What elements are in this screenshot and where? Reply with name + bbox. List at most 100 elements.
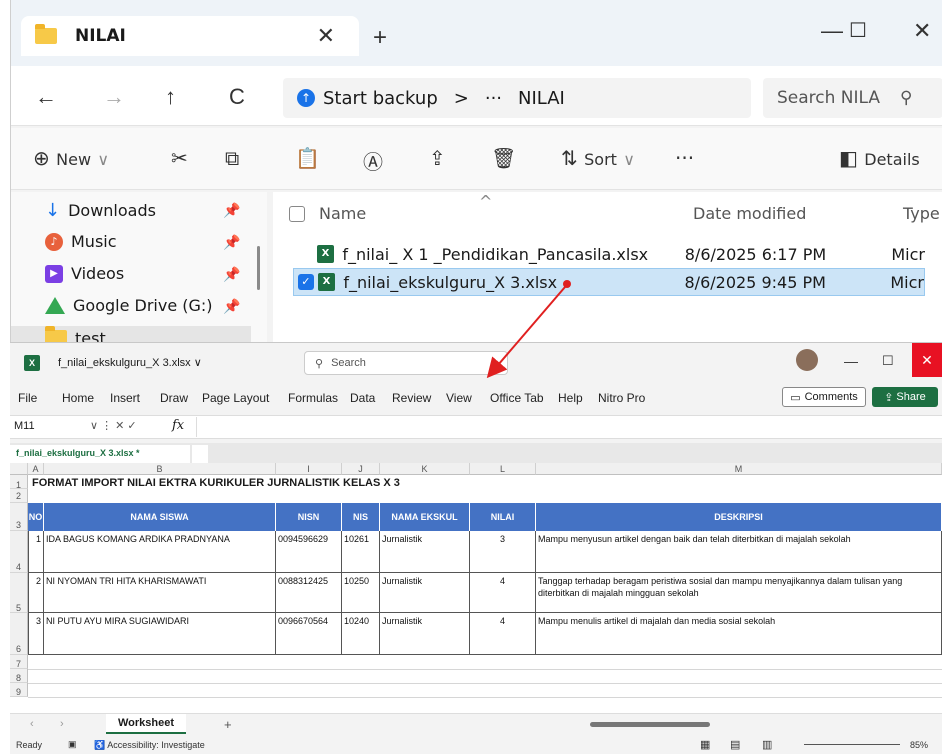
column-header[interactable]: I	[276, 463, 342, 475]
copy-icon[interactable]: ⧉	[225, 146, 239, 170]
tab-document[interactable]: f_nilai_ekskulguru_X 3.xlsx *	[10, 445, 190, 463]
menu-draw[interactable]: Draw	[160, 391, 188, 405]
page-break-view-icon[interactable]: ▥	[762, 738, 772, 751]
macro-icon[interactable]: ▣	[68, 739, 77, 750]
cell-nilai[interactable]: 4	[470, 613, 536, 655]
cell-nama[interactable]: NI NYOMAN TRI HITA KHARISMAWATI	[44, 573, 276, 613]
new-tab-button[interactable]: +	[373, 24, 387, 52]
rename-icon[interactable]: Ⓐ	[363, 146, 383, 175]
close-button[interactable]: ✕	[913, 18, 931, 44]
chevron-down-icon[interactable]: ∨ ⋮ ✕ ✓	[90, 419, 137, 432]
row-header[interactable]: 6	[10, 613, 28, 655]
cell-nisn[interactable]: 0096670564	[276, 613, 342, 655]
file-row-selected[interactable]: ✓ X f_nilai_ekskulguru_X 3.xlsx 8/6/2025…	[293, 268, 925, 296]
add-sheet-button[interactable]: +	[224, 717, 232, 732]
close-button[interactable]: ✕	[912, 343, 942, 377]
cell-deskripsi[interactable]: Tanggap terhadap beragam peristiwa sosia…	[536, 573, 942, 613]
cell-ekskul[interactable]: Jurnalistik	[380, 613, 470, 655]
cell-no[interactable]: 2	[28, 573, 44, 613]
row-header[interactable]: 7	[10, 655, 28, 669]
worksheet-grid[interactable]: A B I J K L M 1 2 3 4 5 6 7 8 9 FORMAT I…	[10, 463, 942, 713]
menu-file[interactable]: File	[18, 391, 37, 405]
column-header[interactable]: M	[536, 463, 942, 475]
menu-nitro-pro[interactable]: Nitro Pro	[598, 391, 645, 405]
sort-button[interactable]: ⇅ Sort ∨	[561, 146, 635, 170]
menu-home[interactable]: Home	[62, 391, 94, 405]
next-sheet-icon[interactable]: ›	[60, 718, 64, 730]
row-header[interactable]: 1	[10, 475, 28, 490]
row-header[interactable]: 8	[10, 669, 28, 683]
cell-nisn[interactable]: 0088312425	[276, 573, 342, 613]
more-options-button[interactable]: ···	[675, 146, 694, 170]
select-all-checkbox[interactable]	[289, 206, 305, 222]
sidebar-item-downloads[interactable]: ↓ Downloads	[45, 200, 156, 221]
maximize-button[interactable]: ☐	[882, 353, 894, 369]
select-all-corner[interactable]	[10, 463, 28, 475]
row-header[interactable]: 4	[10, 531, 28, 573]
column-header-type[interactable]: Type	[903, 204, 940, 223]
search-input[interactable]: Search	[331, 357, 366, 369]
excel-search-box[interactable]: ⚲ Search	[304, 351, 508, 375]
start-backup-label[interactable]: Start backup	[323, 88, 438, 109]
cell-nama[interactable]: IDA BAGUS KOMANG ARDIKA PRADNYANA	[44, 531, 276, 573]
cut-icon[interactable]: ✂	[171, 146, 188, 170]
column-header[interactable]: B	[44, 463, 276, 475]
sheet-tab-worksheet[interactable]: Worksheet	[106, 714, 186, 734]
new-button[interactable]: ⊕ New ∨	[33, 146, 109, 170]
cell-nis[interactable]: 10240	[342, 613, 380, 655]
tab-nilai[interactable]: NILAI ✕	[21, 16, 359, 56]
row-header[interactable]: 3	[10, 503, 28, 531]
page-layout-view-icon[interactable]: ▤	[730, 738, 740, 751]
cell-nilai[interactable]: 3	[470, 531, 536, 573]
forward-button[interactable]: →	[103, 84, 125, 110]
menu-review[interactable]: Review	[392, 391, 431, 405]
menu-data[interactable]: Data	[350, 391, 375, 405]
menu-formulas[interactable]: Formulas	[288, 391, 338, 405]
column-header-name[interactable]: Name	[319, 204, 366, 223]
delete-icon[interactable]: 🗑	[491, 146, 516, 170]
cell-nama[interactable]: NI PUTU AYU MIRA SUGIAWIDARI	[44, 613, 276, 655]
sidebar-item-test[interactable]: test	[11, 326, 251, 342]
share-button[interactable]: ⇪ Share	[872, 387, 938, 407]
share-icon[interactable]: ⇪	[429, 146, 446, 170]
maximize-button[interactable]: ☐	[849, 18, 867, 43]
search-input[interactable]: Search NILA	[777, 88, 880, 108]
cell-ekskul[interactable]: Jurnalistik	[380, 531, 470, 573]
sidebar-item-google-drive[interactable]: Google Drive (G:)	[45, 296, 213, 315]
document-title[interactable]: f_nilai_ekskulguru_X 3.xlsx ∨	[58, 356, 202, 369]
cell-nis[interactable]: 10261	[342, 531, 380, 573]
cell-no[interactable]: 1	[28, 531, 44, 573]
menu-help[interactable]: Help	[558, 391, 583, 405]
search-box[interactable]: Search NILA ⚲	[763, 78, 942, 118]
cell-nisn[interactable]: 0094596629	[276, 531, 342, 573]
breadcrumb-more[interactable]: ···	[485, 88, 502, 109]
up-button[interactable]: ↑	[165, 84, 176, 110]
sidebar-item-videos[interactable]: ▶ Videos	[45, 264, 124, 283]
prev-sheet-icon[interactable]: ‹	[30, 718, 34, 730]
breadcrumb-nilai[interactable]: NILAI	[518, 88, 565, 109]
minimize-button[interactable]: —	[821, 18, 843, 44]
zoom-level[interactable]: 85%	[910, 740, 928, 750]
checkbox-checked-icon[interactable]: ✓	[298, 274, 314, 290]
cell-no[interactable]: 3	[28, 613, 44, 655]
details-button[interactable]: ◧ Details	[839, 146, 920, 170]
row-header[interactable]: 5	[10, 573, 28, 613]
column-header[interactable]: L	[470, 463, 536, 475]
minimize-button[interactable]: —	[844, 353, 858, 369]
paste-icon[interactable]: 📋	[295, 146, 320, 170]
column-header[interactable]: A	[28, 463, 44, 475]
cell-deskripsi[interactable]: Mampu menulis artikel di majalah dan med…	[536, 613, 942, 655]
cell-ekskul[interactable]: Jurnalistik	[380, 573, 470, 613]
horizontal-scrollbar[interactable]	[590, 722, 710, 727]
column-header[interactable]: K	[380, 463, 470, 475]
accessibility-status[interactable]: ♿ Accessibility: Investigate	[94, 740, 205, 751]
menu-office-tab[interactable]: Office Tab	[490, 391, 544, 405]
sidebar-item-music[interactable]: ♪ Music	[45, 232, 117, 251]
formula-input[interactable]	[196, 417, 936, 437]
tab-close-icon[interactable]: ✕	[317, 23, 335, 49]
file-row[interactable]: X f_nilai_ X 1 _Pendidikan_Pancasila.xls…	[293, 240, 925, 268]
cell-deskripsi[interactable]: Mampu menyusun artikel dengan baik dan t…	[536, 531, 942, 573]
menu-view[interactable]: View	[446, 391, 472, 405]
cell-nilai[interactable]: 4	[470, 573, 536, 613]
back-button[interactable]: ←	[35, 84, 57, 110]
